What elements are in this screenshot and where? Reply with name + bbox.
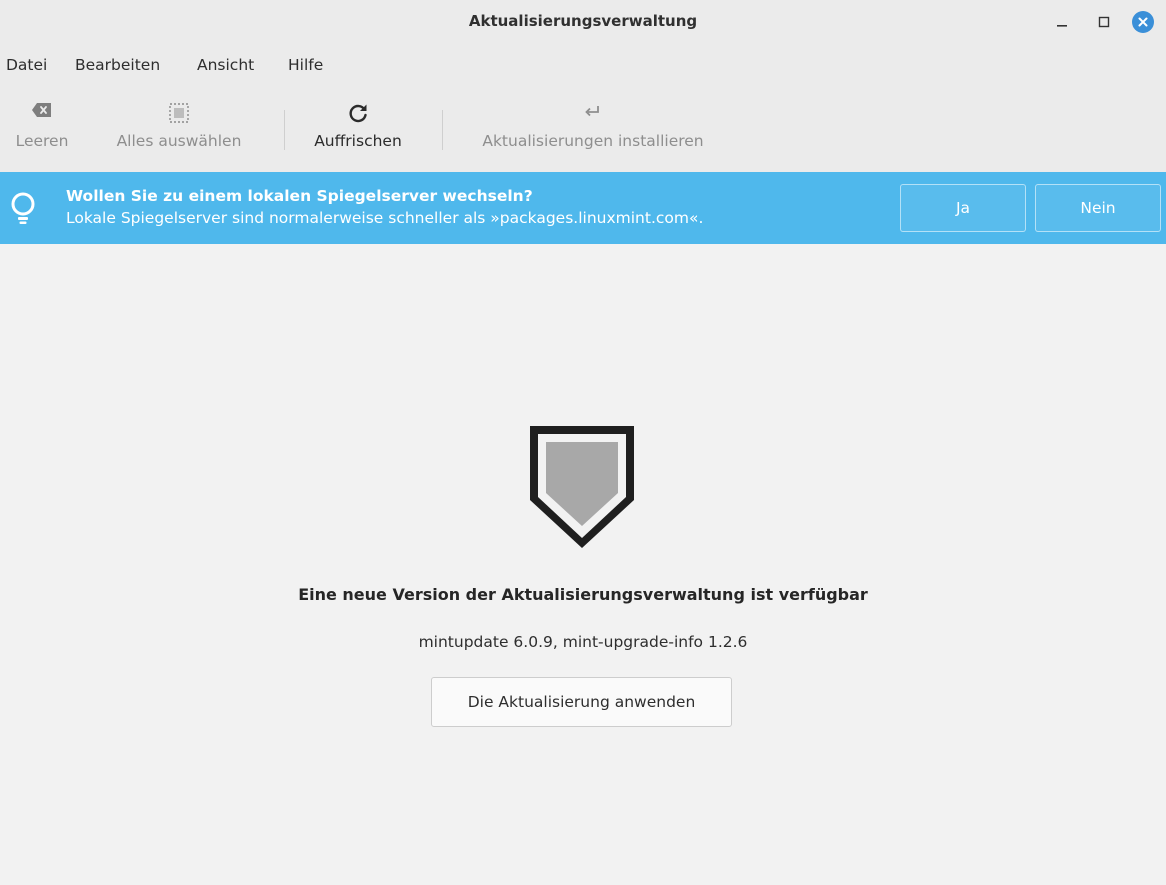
shield-icon: [530, 426, 634, 548]
menu-ansicht[interactable]: Ansicht: [197, 56, 254, 74]
refresh-icon: [349, 104, 367, 123]
apply-update-button[interactable]: Die Aktualisierung anwenden: [431, 677, 732, 727]
infobar-title: Wollen Sie zu einem lokalen Spiegelserve…: [66, 187, 533, 205]
select-all-label: Alles auswählen: [116, 132, 242, 150]
install-label: Aktualisierungen installieren: [482, 132, 704, 150]
select-all-icon: [169, 103, 189, 123]
refresh-button[interactable]: Auffrischen: [300, 100, 416, 160]
install-updates-button[interactable]: Aktualisierungen installieren: [458, 100, 728, 160]
menu-hilfe[interactable]: Hilfe: [288, 56, 323, 74]
toolbar-separator: [284, 110, 285, 150]
toolbar-separator: [442, 110, 443, 150]
new-version-headline: Eine neue Version der Aktualisierungsver…: [298, 585, 868, 604]
minimize-icon: [1057, 25, 1067, 27]
infobar-text: Lokale Spiegelserver sind normalerweise …: [66, 209, 704, 227]
title-bar[interactable]: Aktualisierungsverwaltung: [0, 0, 1166, 44]
minimize-button[interactable]: [1050, 10, 1074, 34]
window-title: Aktualisierungsverwaltung: [468, 12, 698, 30]
install-icon: [585, 106, 599, 117]
clear-icon: [32, 103, 51, 117]
maximize-icon: [1098, 16, 1110, 28]
clear-button[interactable]: Leeren: [6, 100, 78, 160]
refresh-label: Auffrischen: [314, 132, 402, 150]
menu-datei[interactable]: Datei: [6, 56, 47, 74]
main-content: Eine neue Version der Aktualisierungsver…: [0, 244, 1166, 885]
menu-bearbeiten[interactable]: Bearbeiten: [75, 56, 160, 74]
lightbulb-icon: [11, 192, 35, 224]
select-all-button[interactable]: Alles auswählen: [100, 100, 258, 160]
close-icon: [1132, 11, 1154, 33]
close-button[interactable]: [1131, 10, 1155, 34]
version-info: mintupdate 6.0.9, mint-upgrade-info 1.2.…: [418, 633, 748, 651]
no-button[interactable]: Nein: [1035, 184, 1161, 232]
maximize-button[interactable]: [1092, 10, 1116, 34]
toolbar: Leeren Alles auswählen Auffrischen Aktua…: [0, 88, 1166, 172]
yes-button[interactable]: Ja: [900, 184, 1026, 232]
clear-label: Leeren: [15, 132, 69, 150]
update-manager-window: Aktualisierungsverwaltung Datei Bearbeit…: [0, 0, 1166, 885]
menu-bar: Datei Bearbeiten Ansicht Hilfe: [0, 44, 1166, 88]
mirror-infobar: Wollen Sie zu einem lokalen Spiegelserve…: [0, 172, 1166, 244]
